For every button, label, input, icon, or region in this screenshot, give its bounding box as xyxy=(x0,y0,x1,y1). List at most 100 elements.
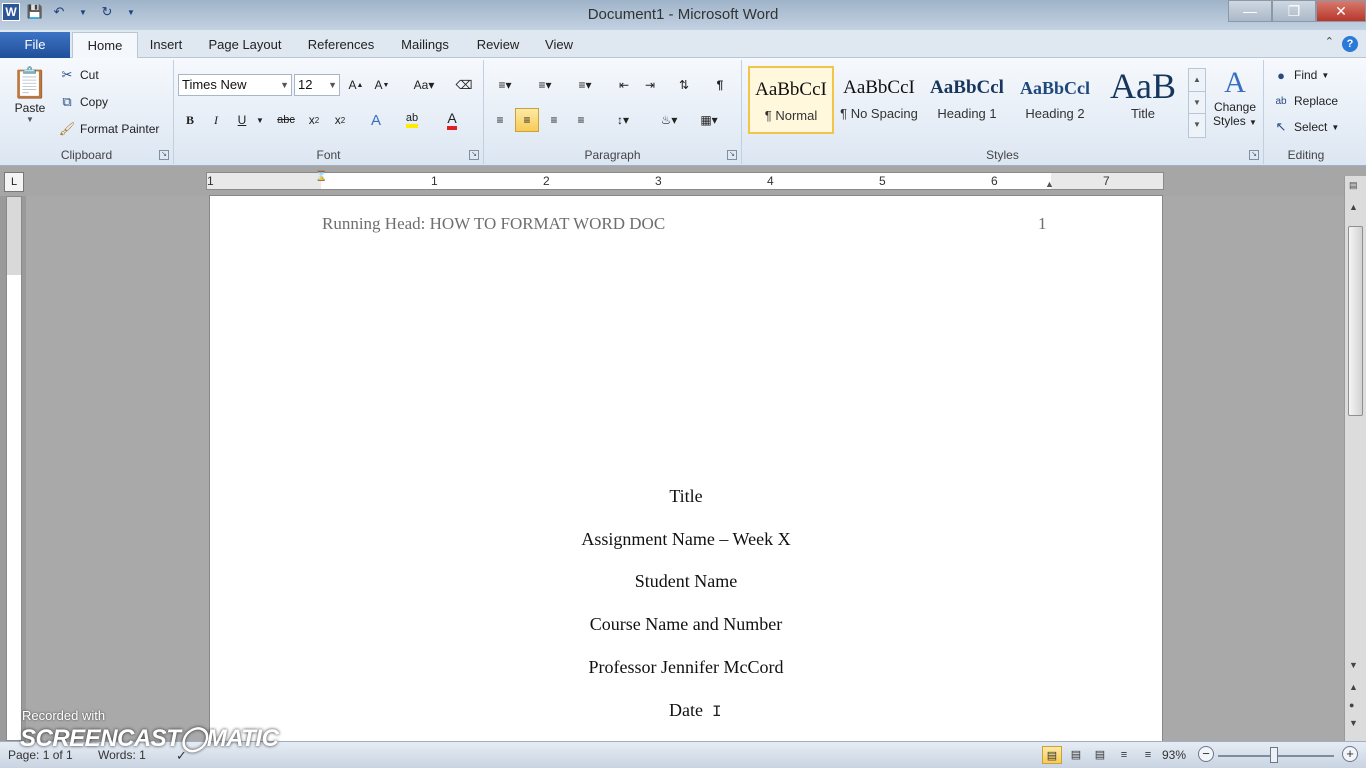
tab-review[interactable]: Review xyxy=(468,32,528,58)
shrink-font-icon[interactable]: A ▼ xyxy=(370,73,394,97)
line-spacing-icon[interactable]: ↕▾ xyxy=(608,108,638,132)
scroll-down-icon[interactable]: ▼ xyxy=(1349,660,1358,670)
tab-selector-button[interactable]: L xyxy=(4,172,24,192)
student-name-line[interactable]: Student Name xyxy=(210,571,1162,592)
bullets-icon[interactable]: ≡▾ xyxy=(488,73,522,97)
page-number[interactable]: 1 xyxy=(1038,214,1047,234)
cut-button[interactable]: ✂ Cut xyxy=(58,66,99,84)
superscript-icon[interactable]: x2 xyxy=(328,108,352,132)
strikethrough-icon[interactable]: abc xyxy=(274,108,298,132)
draft-icon[interactable]: ≡ xyxy=(1138,746,1158,764)
tab-mailings[interactable]: Mailings xyxy=(392,32,458,58)
text-effects-icon[interactable]: A xyxy=(364,108,388,132)
format-painter-button[interactable]: 🖌 Format Painter xyxy=(58,120,160,138)
professor-line[interactable]: Professor Jennifer McCord xyxy=(210,657,1162,678)
font-size-value: 12 xyxy=(298,77,313,92)
outline-icon[interactable]: ≡ xyxy=(1114,746,1134,764)
font-name-combo[interactable]: Times New Roman ▼ xyxy=(178,74,292,96)
align-left-icon[interactable]: ≡ xyxy=(488,108,512,132)
grow-font-icon[interactable]: A ▲ xyxy=(344,73,368,97)
underline-icon[interactable]: U xyxy=(230,108,254,132)
indent-marker-icon[interactable]: ⌛ xyxy=(315,171,327,182)
full-screen-reading-icon[interactable]: ▤ xyxy=(1066,746,1086,764)
tab-page-layout[interactable]: Page Layout xyxy=(200,32,290,58)
next-page-icon[interactable]: ▼ xyxy=(1349,718,1358,728)
web-layout-icon[interactable]: ▤ xyxy=(1090,746,1110,764)
align-right-icon[interactable]: ≡ xyxy=(542,108,566,132)
subscript-icon[interactable]: x2 xyxy=(302,108,326,132)
change-styles-button[interactable]: A Change Styles ▼ xyxy=(1210,66,1260,128)
clear-formatting-icon[interactable]: ⌫ xyxy=(452,73,476,97)
replace-button[interactable]: ab Replace xyxy=(1272,92,1338,110)
right-indent-marker-icon[interactable]: ▲ xyxy=(1045,179,1054,189)
running-head[interactable]: Running Head: HOW TO FORMAT WORD DOC xyxy=(322,214,665,234)
dialog-launcher-icon[interactable]: ↘ xyxy=(1249,150,1259,160)
style-normal[interactable]: AaBbCcI ¶ Normal xyxy=(748,66,834,134)
assignment-line[interactable]: Assignment Name – Week X xyxy=(210,529,1162,550)
font-name-value: Times New Roman xyxy=(182,77,247,92)
dialog-launcher-icon[interactable]: ↘ xyxy=(159,150,169,160)
styles-gallery-scroll[interactable]: ▲ ▼ ▼ xyxy=(1188,68,1206,138)
tab-file[interactable]: File xyxy=(0,32,70,58)
style-no-spacing[interactable]: AaBbCcI ¶ No Spacing xyxy=(836,66,922,134)
pilcrow-icon[interactable]: ¶ xyxy=(708,73,732,97)
browse-object-icon[interactable]: ● xyxy=(1349,700,1354,710)
dialog-launcher-icon[interactable]: ↘ xyxy=(469,150,479,160)
chevron-down-icon[interactable]: ▼ xyxy=(254,108,266,132)
multilevel-list-icon[interactable]: ≡▾ xyxy=(568,73,602,97)
horizontal-ruler[interactable]: 1 1 2 3 4 5 6 7 ⌛ ▲ xyxy=(206,171,1164,190)
zoom-out-icon[interactable]: − xyxy=(1198,746,1214,762)
font-color-icon[interactable]: A xyxy=(440,108,464,132)
title-line[interactable]: Title xyxy=(210,486,1162,507)
tab-insert[interactable]: Insert xyxy=(140,32,192,58)
find-button[interactable]: ● Find ▼ xyxy=(1272,66,1329,84)
scroll-up-icon[interactable]: ▲ xyxy=(1349,202,1358,212)
increase-indent-icon[interactable]: ⇥ xyxy=(638,73,662,97)
date-line[interactable]: Date xyxy=(210,700,1162,721)
text-cursor-icon: I xyxy=(712,703,722,721)
minimize-ribbon-icon[interactable]: ⌃ xyxy=(1325,35,1334,48)
scroll-down-icon[interactable]: ▼ xyxy=(1189,91,1205,113)
dialog-launcher-icon[interactable]: ↘ xyxy=(727,150,737,160)
paste-button[interactable]: 📋 Paste ▼ xyxy=(8,66,52,124)
style-title[interactable]: AaB Title xyxy=(1100,66,1186,134)
select-button[interactable]: ↖ Select ▼ xyxy=(1272,118,1340,136)
numbering-icon[interactable]: ≡▾ xyxy=(528,73,562,97)
highlight-icon[interactable]: ab xyxy=(400,108,424,132)
editing-group-label: Editing xyxy=(1287,148,1325,162)
scroll-up-icon[interactable]: ▲ xyxy=(1189,69,1205,91)
bold-icon[interactable]: B xyxy=(178,108,202,132)
sort-icon[interactable]: ⇅ xyxy=(672,73,696,97)
style-heading-2[interactable]: AaBbCcl Heading 2 xyxy=(1012,66,1098,134)
previous-page-icon[interactable]: ▲ xyxy=(1349,682,1358,692)
borders-icon[interactable]: ▦▾ xyxy=(692,108,726,132)
font-size-combo[interactable]: 12 ▼ xyxy=(294,74,340,96)
vertical-ruler[interactable] xyxy=(6,196,22,741)
more-styles-icon[interactable]: ▼ xyxy=(1189,113,1205,135)
zoom-slider-thumb[interactable] xyxy=(1270,747,1278,763)
scrollbar-thumb[interactable] xyxy=(1348,226,1363,416)
tab-view[interactable]: View xyxy=(536,32,582,58)
minimize-button[interactable]: — xyxy=(1228,0,1272,22)
window-title: Document1 - Microsoft Word xyxy=(587,6,779,23)
vertical-scrollbar[interactable]: ▤ ▲ ▼ ▲ ● ▼ xyxy=(1344,176,1366,741)
document-page[interactable]: Running Head: HOW TO FORMAT WORD DOC 1 T… xyxy=(210,196,1162,741)
course-line[interactable]: Course Name and Number xyxy=(210,614,1162,635)
tab-home[interactable]: Home xyxy=(72,32,138,58)
shading-icon[interactable]: ♨▾ xyxy=(652,108,686,132)
zoom-level[interactable]: 93% xyxy=(1162,748,1186,762)
close-button[interactable]: ✕ xyxy=(1316,0,1366,22)
italic-icon[interactable]: I xyxy=(204,108,228,132)
tab-references[interactable]: References xyxy=(298,32,384,58)
change-case-icon[interactable]: Aa▾ xyxy=(408,73,440,97)
align-center-icon[interactable]: ≡ xyxy=(515,108,539,132)
help-icon[interactable]: ? xyxy=(1342,36,1358,52)
decrease-indent-icon[interactable]: ⇤ xyxy=(612,73,636,97)
restore-button[interactable]: ❐ xyxy=(1272,0,1316,22)
justify-icon[interactable]: ≡ xyxy=(569,108,593,132)
zoom-in-icon[interactable]: + xyxy=(1342,746,1358,762)
style-heading-1[interactable]: AaBbCcl Heading 1 xyxy=(924,66,1010,134)
copy-button[interactable]: ⧉ Copy xyxy=(58,93,108,111)
ruler-toggle-icon[interactable]: ▤ xyxy=(1349,180,1358,191)
print-layout-icon[interactable]: ▤ xyxy=(1042,746,1062,764)
